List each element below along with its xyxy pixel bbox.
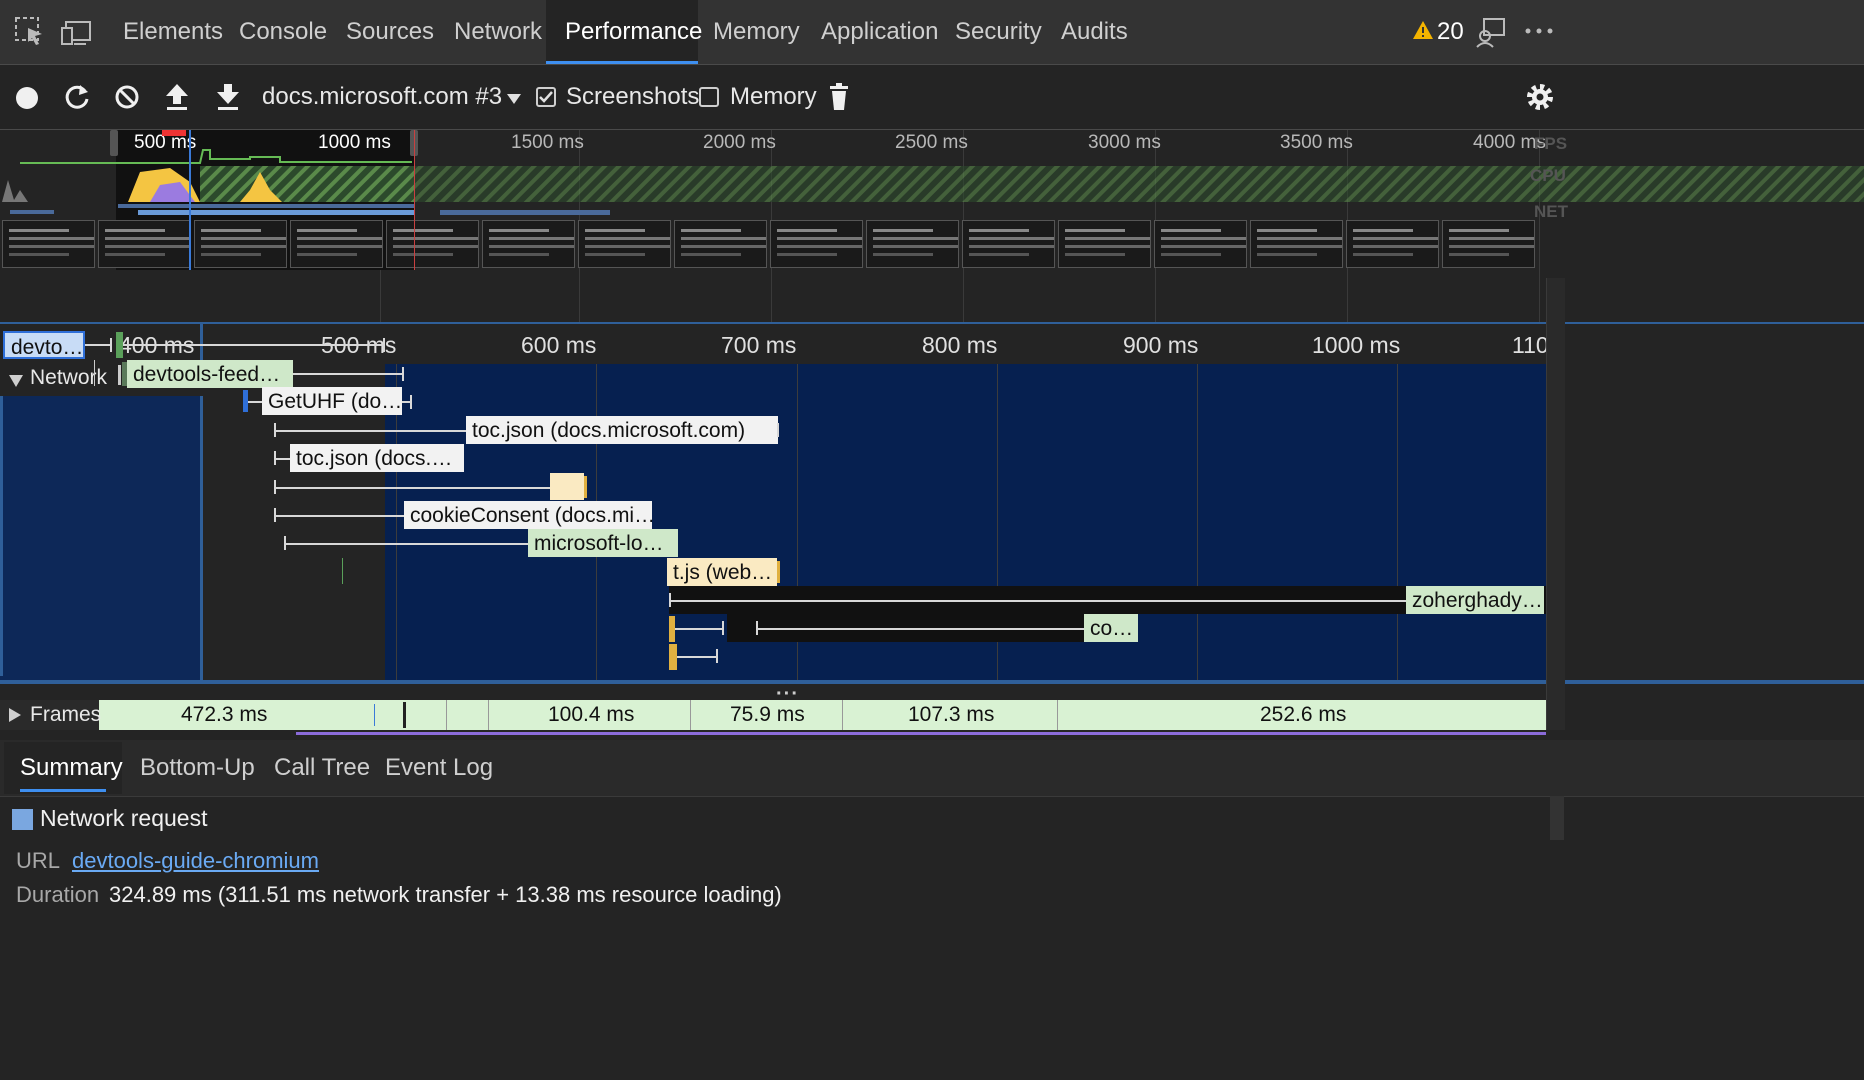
request-bar-devtools-feed[interactable]: devtools-feed… xyxy=(127,360,293,388)
tab-elements[interactable]: Elements xyxy=(123,0,223,64)
cursor-marker xyxy=(189,130,191,270)
tab-network[interactable]: Network xyxy=(454,0,542,64)
checkmark-icon xyxy=(539,91,553,103)
more-options-icon[interactable] xyxy=(1524,26,1554,36)
frame-duration[interactable]: 100.4 ms xyxy=(548,703,634,727)
screenshot-thumbnail[interactable] xyxy=(1442,220,1535,268)
track-splitter[interactable] xyxy=(0,680,1864,684)
request-bar-co[interactable]: co… xyxy=(1084,614,1138,642)
request-bar-devtools[interactable]: devto… xyxy=(3,331,85,359)
ruler-tick: 600 ms xyxy=(521,332,597,358)
cpu-label: CPU xyxy=(1530,166,1566,185)
ruler-tick: 1000 ms xyxy=(1312,332,1401,358)
frame-duration[interactable]: 472.3 ms xyxy=(181,703,267,727)
vertical-scrollbar[interactable] xyxy=(1546,278,1565,730)
screenshot-thumbnail[interactable] xyxy=(674,220,767,268)
collapse-triangle-icon[interactable] xyxy=(8,374,24,388)
screenshot-thumbnail[interactable] xyxy=(98,220,191,268)
devtools-tab-bar: Elements Console Sources Network Perform… xyxy=(0,0,1864,65)
net-bar xyxy=(10,210,54,214)
tab-performance[interactable]: Performance xyxy=(546,0,702,64)
load-marker xyxy=(414,130,415,270)
ruler-tick: 700 ms xyxy=(721,332,797,358)
tab-call-tree[interactable]: Call Tree xyxy=(274,738,370,798)
net-bar xyxy=(138,210,414,215)
screenshots-checkbox[interactable] xyxy=(536,87,556,107)
ruler-tick: 800 ms xyxy=(922,332,998,358)
request-bar-getuhf[interactable]: GetUHF (do… xyxy=(262,387,402,415)
tab-audits[interactable]: Audits xyxy=(1061,0,1128,64)
screenshot-thumbnail[interactable] xyxy=(1154,220,1247,268)
screenshot-thumbnail[interactable] xyxy=(386,220,479,268)
net-bar xyxy=(118,204,414,208)
memory-label[interactable]: Memory xyxy=(730,65,817,129)
memory-checkbox[interactable] xyxy=(699,87,719,107)
request-bar-toc-json-1[interactable]: toc.json (docs.microsoft.com) xyxy=(466,416,778,444)
screenshot-thumbnail[interactable] xyxy=(866,220,959,268)
feedback-icon[interactable] xyxy=(1476,16,1508,48)
cpu-track xyxy=(2,166,1864,202)
request-bar-cookieconsent[interactable]: cookieConsent (docs.mi… xyxy=(404,501,652,529)
device-toolbar-icon[interactable] xyxy=(60,16,94,48)
frame-duration[interactable]: 252.6 ms xyxy=(1260,703,1346,727)
save-profile-icon[interactable] xyxy=(215,82,241,112)
tab-console[interactable]: Console xyxy=(239,0,327,64)
network-track-title[interactable]: Network xyxy=(30,366,107,390)
trash-icon[interactable] xyxy=(828,82,850,112)
ruler-tick: 900 ms xyxy=(1123,332,1199,358)
frames-track: Frames 472.3 ms 100.4 ms 75.9 ms 107.3 m… xyxy=(0,700,1546,730)
interaction-bar xyxy=(296,732,1546,735)
tab-event-log[interactable]: Event Log xyxy=(385,738,493,798)
fps-label: FPS xyxy=(1534,134,1568,153)
ruler-tick: 110 xyxy=(1512,332,1549,358)
screenshot-thumbnail[interactable] xyxy=(2,220,95,268)
request-bar-toc-json-2[interactable]: toc.json (docs.… xyxy=(290,444,464,472)
url-link[interactable]: devtools-guide-chromium xyxy=(72,848,319,874)
duration-label: Duration xyxy=(16,882,100,907)
net-label: NET xyxy=(1534,202,1568,221)
details-scrollbar[interactable] xyxy=(1550,796,1564,840)
summary-title: Network request xyxy=(40,805,208,831)
frames-track-title[interactable]: Frames xyxy=(30,703,101,727)
tab-security[interactable]: Security xyxy=(955,0,1042,64)
frame-duration[interactable]: 107.3 ms xyxy=(908,703,994,727)
screenshot-thumbnail[interactable] xyxy=(1346,220,1439,268)
timeline-overview[interactable]: 500 ms 1000 ms 1500 ms 2000 ms 2500 ms 3… xyxy=(0,130,1864,322)
load-profile-icon[interactable] xyxy=(164,82,190,112)
active-tab-indicator xyxy=(20,789,106,792)
screenshot-thumbnail[interactable] xyxy=(482,220,575,268)
frame-duration[interactable]: 75.9 ms xyxy=(730,703,805,727)
net-bar xyxy=(440,210,610,215)
tab-sources[interactable]: Sources xyxy=(346,0,434,64)
warning-count[interactable]: 20 xyxy=(1437,0,1464,64)
screenshot-thumbnail[interactable] xyxy=(290,220,383,268)
inspect-element-icon[interactable] xyxy=(14,16,46,48)
screenshot-thumbnail[interactable] xyxy=(1058,220,1151,268)
screenshot-thumbnail[interactable] xyxy=(962,220,1055,268)
tab-bottom-up[interactable]: Bottom-Up xyxy=(140,738,255,798)
request-bar-microsoft-logo[interactable]: microsoft-lo… xyxy=(528,529,678,557)
profile-select[interactable]: docs.microsoft.com #3 xyxy=(262,65,502,129)
settings-gear-icon[interactable] xyxy=(1525,82,1555,112)
request-bar-t-js[interactable]: t.js (web… xyxy=(667,558,777,586)
duration-value: 324.89 ms (311.51 ms network transfer + … xyxy=(109,882,782,907)
screenshot-thumbnail[interactable] xyxy=(770,220,863,268)
request-bar-script[interactable] xyxy=(550,473,584,500)
network-request-swatch xyxy=(12,809,33,830)
record-icon[interactable] xyxy=(14,85,40,111)
expand-triangle-icon[interactable] xyxy=(8,707,22,723)
screenshot-thumbnail[interactable] xyxy=(578,220,671,268)
screenshot-thumbnail[interactable] xyxy=(194,220,287,268)
url-label: URL xyxy=(16,848,61,873)
tab-application[interactable]: Application xyxy=(821,0,938,64)
screenshots-label[interactable]: Screenshots xyxy=(566,65,699,129)
reload-icon[interactable] xyxy=(64,83,90,111)
tab-memory[interactable]: Memory xyxy=(713,0,800,64)
chevron-down-icon[interactable] xyxy=(506,93,522,105)
performance-toolbar: docs.microsoft.com #3 Screenshots Memory xyxy=(0,65,1864,130)
request-bar-zoherghady[interactable]: zoherghady… xyxy=(1406,586,1544,614)
warning-icon xyxy=(1413,21,1433,39)
clear-icon[interactable] xyxy=(114,84,140,110)
screenshot-thumbnail[interactable] xyxy=(1250,220,1343,268)
